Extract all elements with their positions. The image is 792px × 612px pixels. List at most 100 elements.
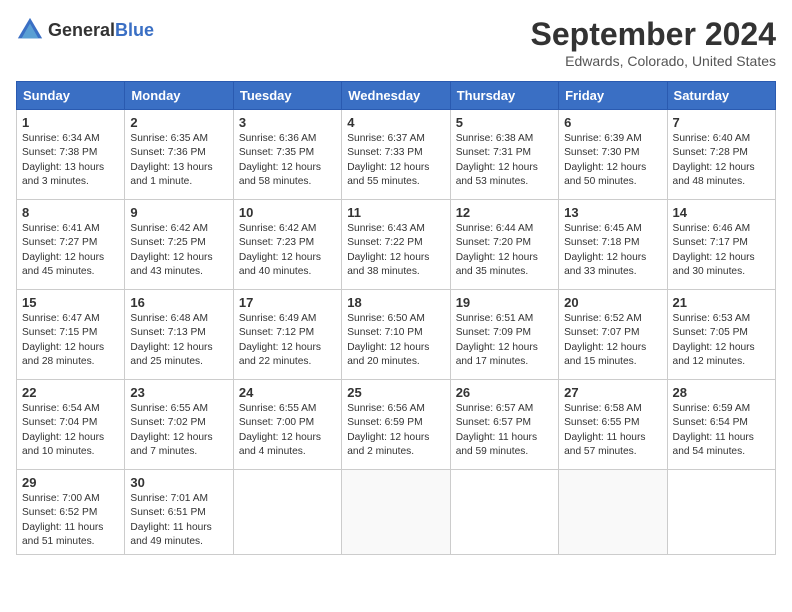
day-number: 7 [673,115,770,130]
logo-blue-text: Blue [115,20,154,40]
day-cell: 26Sunrise: 6:57 AMSunset: 6:57 PMDayligh… [450,380,558,470]
day-info: Sunrise: 6:58 AMSunset: 6:55 PMDaylight:… [564,402,661,459]
day-cell: 14Sunrise: 6:46 AMSunset: 7:17 PMDayligh… [667,200,775,290]
column-header-saturday: Saturday [667,82,775,110]
logo: GeneralBlue [16,16,154,44]
day-info: Sunrise: 6:59 AMSunset: 6:54 PMDaylight:… [673,402,770,459]
day-cell: 5Sunrise: 6:38 AMSunset: 7:31 PMDaylight… [450,110,558,200]
day-cell: 16 Sunrise: 6:48 AMSunset: 7:13 PMDayligh… [125,290,233,380]
column-header-friday: Friday [559,82,667,110]
day-info: Sunrise: 6:52 AMSunset: 7:07 PMDaylight:… [564,312,661,369]
day-info: Sunrise: 6:34 AMSunset: 7:38 PMDaylight:… [22,132,119,189]
calendar-table: SundayMondayTuesdayWednesdayThursdayFrid… [16,81,776,555]
day-number: 1 [22,115,119,130]
day-info: Sunrise: 6:49 AMSunset: 7:12 PMDaylight:… [239,312,336,369]
day-number: 11 [347,205,444,220]
day-cell: 8Sunrise: 6:41 AMSunset: 7:27 PMDaylight… [17,200,125,290]
day-cell [667,470,775,555]
day-info: Sunrise: 6:45 AMSunset: 7:18 PMDaylight:… [564,222,661,279]
day-cell: 3 Sunrise: 6:36 AMSunset: 7:35 PMDaylight… [233,110,341,200]
day-cell: 28 Sunrise: 6:59 AMSunset: 6:54 PMDayligh… [667,380,775,470]
day-cell: 12Sunrise: 6:44 AMSunset: 7:20 PMDayligh… [450,200,558,290]
header: GeneralBlue September 2024 Edwards, Colo… [16,16,776,69]
week-row-1: 1 Sunrise: 6:34 AMSunset: 7:38 PMDaylight… [17,110,776,200]
day-info: Sunrise: 6:44 AMSunset: 7:20 PMDaylight:… [456,222,553,279]
day-info: Sunrise: 6:54 AMSunset: 7:04 PMDaylight:… [22,402,119,459]
day-number: 27 [564,385,661,400]
day-number: 19 [456,295,553,310]
day-info: Sunrise: 6:51 AMSunset: 7:09 PMDaylight:… [456,312,553,369]
day-info: Sunrise: 6:55 AMSunset: 7:00 PMDaylight:… [239,402,336,459]
day-number: 22 [22,385,119,400]
location-text: Edwards, Colorado, United States [531,53,776,69]
day-cell [450,470,558,555]
day-info: Sunrise: 6:53 AMSunset: 7:05 PMDaylight:… [673,312,770,369]
day-number: 13 [564,205,661,220]
day-info: Sunrise: 6:39 AMSunset: 7:30 PMDaylight:… [564,132,661,189]
day-info: Sunrise: 6:50 AMSunset: 7:10 PMDaylight:… [347,312,444,369]
day-info: Sunrise: 6:55 AMSunset: 7:02 PMDaylight:… [130,402,227,459]
day-cell: 25 Sunrise: 6:56 AMSunset: 6:59 PMDayligh… [342,380,450,470]
column-header-wednesday: Wednesday [342,82,450,110]
day-info: Sunrise: 6:42 AMSunset: 7:23 PMDaylight:… [239,222,336,279]
week-row-3: 15 Sunrise: 6:47 AMSunset: 7:15 PMDayligh… [17,290,776,380]
logo-general-text: General [48,20,115,40]
week-row-2: 8Sunrise: 6:41 AMSunset: 7:27 PMDaylight… [17,200,776,290]
week-row-4: 22 Sunrise: 6:54 AMSunset: 7:04 PMDayligh… [17,380,776,470]
title-area: September 2024 Edwards, Colorado, United… [531,16,776,69]
day-cell: 2 Sunrise: 6:35 AMSunset: 7:36 PMDaylight… [125,110,233,200]
column-header-thursday: Thursday [450,82,558,110]
day-cell: 18 Sunrise: 6:50 AMSunset: 7:10 PMDayligh… [342,290,450,380]
day-cell: 6 Sunrise: 6:39 AMSunset: 7:30 PMDaylight… [559,110,667,200]
day-info: Sunrise: 6:47 AMSunset: 7:15 PMDaylight:… [22,312,119,369]
day-cell: 13 Sunrise: 6:45 AMSunset: 7:18 PMDayligh… [559,200,667,290]
day-number: 17 [239,295,336,310]
month-title: September 2024 [531,16,776,53]
day-cell: 4Sunrise: 6:37 AMSunset: 7:33 PMDaylight… [342,110,450,200]
day-number: 5 [456,115,553,130]
column-header-monday: Monday [125,82,233,110]
day-number: 28 [673,385,770,400]
day-cell: 11 Sunrise: 6:43 AMSunset: 7:22 PMDayligh… [342,200,450,290]
day-number: 24 [239,385,336,400]
day-number: 15 [22,295,119,310]
day-cell [342,470,450,555]
week-row-5: 29 Sunrise: 7:00 AMSunset: 6:52 PMDayligh… [17,470,776,555]
day-number: 14 [673,205,770,220]
day-number: 25 [347,385,444,400]
day-number: 2 [130,115,227,130]
logo-icon [16,16,44,44]
day-number: 20 [564,295,661,310]
day-cell: 7 Sunrise: 6:40 AMSunset: 7:28 PMDaylight… [667,110,775,200]
day-number: 3 [239,115,336,130]
day-number: 4 [347,115,444,130]
day-info: Sunrise: 7:01 AMSunset: 6:51 PMDaylight:… [130,492,227,549]
calendar-header-row: SundayMondayTuesdayWednesdayThursdayFrid… [17,82,776,110]
day-cell: 22 Sunrise: 6:54 AMSunset: 7:04 PMDayligh… [17,380,125,470]
day-cell: 19 Sunrise: 6:51 AMSunset: 7:09 PMDayligh… [450,290,558,380]
day-info: Sunrise: 7:00 AMSunset: 6:52 PMDaylight:… [22,492,119,549]
day-cell: 29 Sunrise: 7:00 AMSunset: 6:52 PMDayligh… [17,470,125,555]
day-number: 18 [347,295,444,310]
day-info: Sunrise: 6:35 AMSunset: 7:36 PMDaylight:… [130,132,227,189]
day-info: Sunrise: 6:40 AMSunset: 7:28 PMDaylight:… [673,132,770,189]
day-info: Sunrise: 6:36 AMSunset: 7:35 PMDaylight:… [239,132,336,189]
day-number: 6 [564,115,661,130]
day-cell: 1 Sunrise: 6:34 AMSunset: 7:38 PMDaylight… [17,110,125,200]
day-cell: 20 Sunrise: 6:52 AMSunset: 7:07 PMDayligh… [559,290,667,380]
day-cell: 23 Sunrise: 6:55 AMSunset: 7:02 PMDayligh… [125,380,233,470]
day-info: Sunrise: 6:42 AMSunset: 7:25 PMDaylight:… [130,222,227,279]
day-cell: 21Sunrise: 6:53 AMSunset: 7:05 PMDayligh… [667,290,775,380]
day-info: Sunrise: 6:48 AMSunset: 7:13 PMDaylight:… [130,312,227,369]
day-number: 23 [130,385,227,400]
day-number: 16 [130,295,227,310]
day-info: Sunrise: 6:43 AMSunset: 7:22 PMDaylight:… [347,222,444,279]
day-number: 29 [22,475,119,490]
day-info: Sunrise: 6:41 AMSunset: 7:27 PMDaylight:… [22,222,119,279]
day-cell: 17 Sunrise: 6:49 AMSunset: 7:12 PMDayligh… [233,290,341,380]
day-cell: 9 Sunrise: 6:42 AMSunset: 7:25 PMDaylight… [125,200,233,290]
day-cell: 15 Sunrise: 6:47 AMSunset: 7:15 PMDayligh… [17,290,125,380]
day-number: 9 [130,205,227,220]
day-cell [233,470,341,555]
day-info: Sunrise: 6:56 AMSunset: 6:59 PMDaylight:… [347,402,444,459]
